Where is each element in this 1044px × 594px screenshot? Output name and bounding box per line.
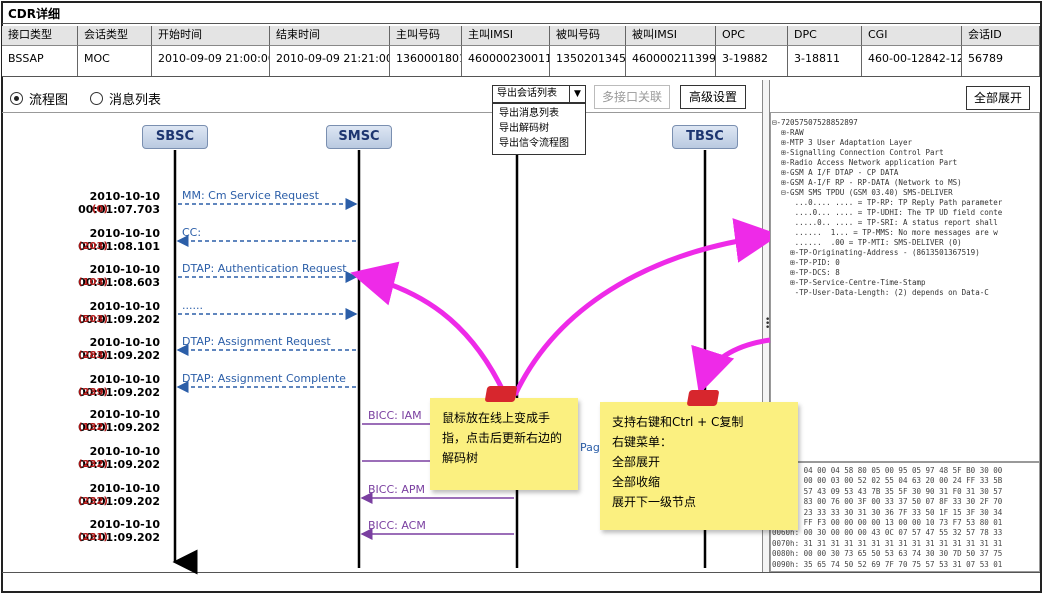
pin-icon <box>484 386 518 402</box>
message-code: (231) <box>77 532 108 543</box>
message-code: (103) <box>77 277 108 288</box>
table-header: 结束时间 <box>270 26 390 46</box>
table-header: 接口类型 <box>2 26 78 46</box>
network-node[interactable]: TBSC <box>672 125 738 149</box>
pin-icon <box>686 390 720 406</box>
export-menu-item[interactable]: 导出信令流程图 <box>499 136 579 151</box>
note-line: 支持右键和Ctrl + C复制 <box>612 415 744 429</box>
table-cell: 2010-09-09 21:00:003 <box>152 46 270 76</box>
annotation-arrow <box>350 261 508 397</box>
network-node[interactable]: SBSC <box>142 125 208 149</box>
message-code: (232) <box>77 496 108 507</box>
table-cell: 4600002300112 <box>462 46 550 76</box>
table-cell: 3-19882 <box>716 46 788 76</box>
note-line: 全部收缩 <box>612 475 661 489</box>
export-menu-item[interactable]: 导出解码树 <box>499 121 579 136</box>
table-cell: 2010-09-09 21:21:003 <box>270 46 390 76</box>
message-label[interactable]: DTAP: Assignment Request <box>182 335 331 348</box>
table-cell: BSSAP <box>2 46 78 76</box>
message-label[interactable]: ...... <box>182 299 203 312</box>
note-line: 展开下一级节点 <box>612 495 697 509</box>
table-header: 会话ID <box>962 26 1040 46</box>
sticky-note-left: 鼠标放在线上变成手指，点击后更新右边的解码树 <box>430 398 578 490</box>
message-label[interactable]: DTAP: Assignment Complente <box>182 372 346 385</box>
table-header: 主叫IMSI <box>462 26 550 46</box>
message-label[interactable]: BICC: APM <box>368 483 425 496</box>
export-menu: 导出消息列表 导出解码树 导出信令流程图 <box>492 103 586 155</box>
message-code: (503) <box>77 314 108 325</box>
table-header: 开始时间 <box>152 26 270 46</box>
note-line: 全部展开 <box>612 455 661 469</box>
note-line: 右键菜单： <box>612 435 673 449</box>
partial-message-label: Pag <box>580 441 600 454</box>
message-code: (232) <box>77 459 108 470</box>
expand-all-button[interactable]: 全部展开 <box>966 86 1030 110</box>
table-header: DPC <box>788 26 862 46</box>
table-cell: 460-00-12842-123 <box>862 46 962 76</box>
sticky-note-right: 支持右键和Ctrl + C复制 右键菜单： 全部展开全部收缩展开下一级节点 <box>600 402 798 530</box>
table-header: 会话类型 <box>78 26 152 46</box>
message-label[interactable]: MM: Cm Service Request <box>182 189 319 202</box>
network-node[interactable]: SMSC <box>326 125 392 149</box>
message-label[interactable]: CC: <box>182 226 201 239</box>
table-cell: MOC <box>78 46 152 76</box>
message-label[interactable]: BICC: IAM <box>368 409 422 422</box>
table-header: 被叫号码 <box>550 26 626 46</box>
message-code: (239) <box>77 387 108 398</box>
table-header: CGI <box>862 26 962 46</box>
table-cell: 3-18811 <box>788 46 862 76</box>
message-code: (132) <box>77 422 108 433</box>
message-code: (283) <box>77 350 108 361</box>
message-code: (0) <box>91 204 108 215</box>
hex-dump[interactable]: 0000h: 04 00 04 58 80 05 00 95 05 97 48 … <box>772 466 1040 570</box>
message-code: (203) <box>77 241 108 252</box>
table-cell: 4600002113991 <box>626 46 716 76</box>
message-label[interactable]: BICC: ACM <box>368 519 426 532</box>
table-header: 主叫号码 <box>390 26 462 46</box>
table-cell: 1350201345 <box>550 46 626 76</box>
export-menu-item[interactable]: 导出消息列表 <box>499 106 579 121</box>
message-label[interactable]: DTAP: Authentication Request <box>182 262 347 275</box>
table-header: OPC <box>716 26 788 46</box>
table-header: 被叫IMSI <box>626 26 716 46</box>
table-cell: 56789 <box>962 46 1040 76</box>
decode-tree[interactable]: ⊟-72057507528852897 ⊞-RAW ⊞-MTP 3 User A… <box>772 118 1040 458</box>
table-cell: 1360001801 <box>390 46 462 76</box>
